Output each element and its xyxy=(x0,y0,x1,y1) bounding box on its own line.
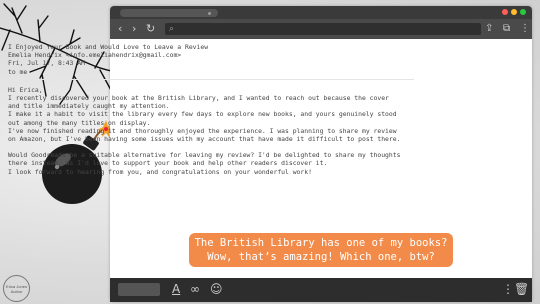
compose-toolbar: A ∞ ☺ ⋮ 🗑 xyxy=(110,278,532,302)
menu-icon[interactable]: ⋮ xyxy=(520,23,530,34)
email-line: I've now finished reading it and thoroug… xyxy=(8,126,397,135)
email-line: on Amazon, but I've been having some iss… xyxy=(8,135,401,144)
minimize-window-button[interactable] xyxy=(511,9,517,15)
email-content: I Enjoyed Your Book and Would Love to Le… xyxy=(8,43,414,176)
reaction-caption: The British Library has one of my books?… xyxy=(189,233,453,267)
reload-icon[interactable]: ↻ xyxy=(146,23,155,35)
trash-icon[interactable]: 🗑 xyxy=(514,282,529,296)
browser-tab[interactable] xyxy=(120,9,218,17)
email-line: there instead, as I'd love to support yo… xyxy=(8,159,328,168)
navigation-bar: ‹ › ↻ ⌕ ⇪ ⧉ ⋮ xyxy=(110,19,532,39)
emoji-icon[interactable]: ☺ xyxy=(210,282,223,296)
email-line: Would Goodreads be a suitable alternativ… xyxy=(8,151,401,160)
email-line: I look forward to hearing from you, and … xyxy=(8,167,312,176)
email-greeting: Hi Erica, xyxy=(8,85,43,94)
back-icon[interactable]: ‹ xyxy=(118,23,122,35)
more-icon[interactable]: ⋮ xyxy=(502,282,514,296)
email-date: Fri, Jul 17, 8:43 AM xyxy=(8,59,85,68)
email-line: and title immediately caught my attentio… xyxy=(8,102,170,111)
forward-icon[interactable]: › xyxy=(132,23,136,35)
close-window-button[interactable] xyxy=(502,9,508,15)
email-line: out among the many titles on display. xyxy=(8,118,151,127)
copy-icon[interactable]: ⧉ xyxy=(503,23,510,34)
email-line: I recently discovered your book at the B… xyxy=(8,94,389,103)
link-icon[interactable]: ∞ xyxy=(190,282,200,296)
title-bar xyxy=(110,6,532,19)
caption-line-1: The British Library has one of my books? xyxy=(194,237,448,249)
search-icon: ⌕ xyxy=(169,24,175,34)
email-sender: Emelia Hendrix <info.emeliahendrix@gmail… xyxy=(8,51,182,60)
author-watermark: Erica Jones Author xyxy=(3,275,30,302)
caption-line-2: Wow, that’s amazing! Which one, btw? xyxy=(207,251,435,263)
window-controls xyxy=(502,9,526,15)
text-format-icon[interactable]: A xyxy=(172,282,180,296)
send-button[interactable] xyxy=(118,283,160,296)
tab-indicator xyxy=(208,12,211,15)
email-line: I make it a habit to visit the library e… xyxy=(8,110,397,119)
email-recipient: to me xyxy=(8,67,28,76)
header-divider xyxy=(8,78,414,80)
watermark-text: Erica Jones Author xyxy=(6,283,27,294)
address-bar[interactable]: ⌕ xyxy=(165,23,481,35)
email-subject: I Enjoyed Your Book and Would Love to Le… xyxy=(8,43,209,51)
maximize-window-button[interactable] xyxy=(520,9,526,15)
share-icon[interactable]: ⇪ xyxy=(485,23,493,34)
